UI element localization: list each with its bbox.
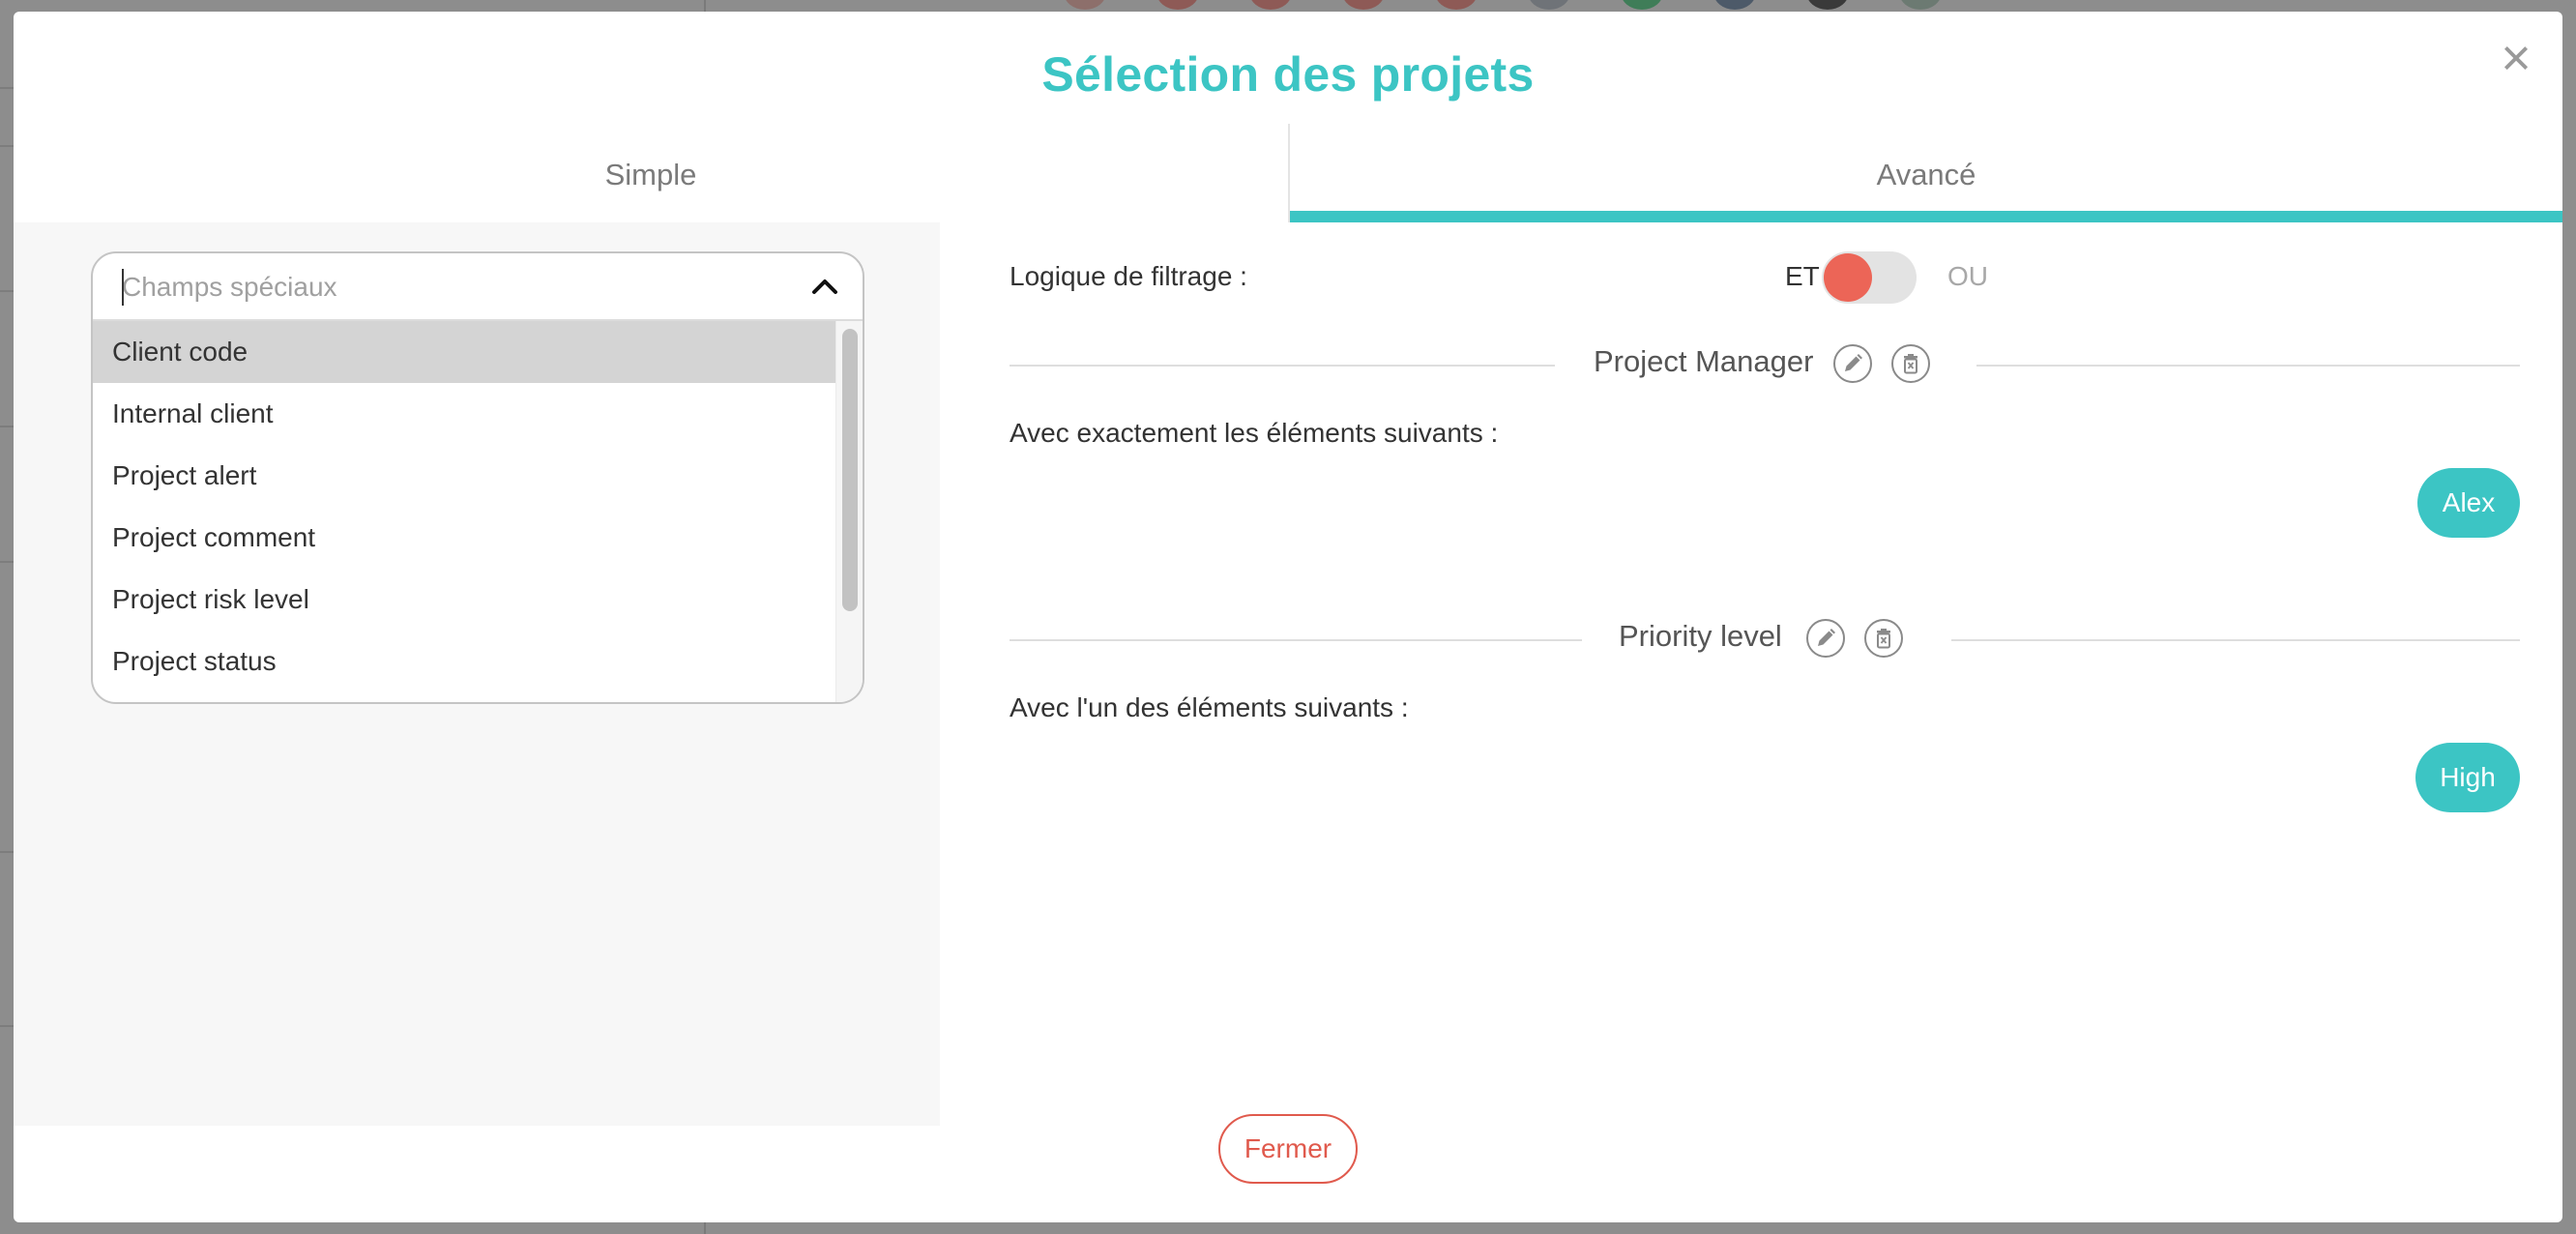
dropdown-option-project-alert[interactable]: Project alert xyxy=(93,445,837,507)
modal-title: Sélection des projets xyxy=(1041,47,1535,102)
pencil-icon[interactable] xyxy=(1833,344,1872,383)
background-dot xyxy=(1899,0,1942,10)
background-row-line xyxy=(0,561,14,563)
condition-text: Avec l'un des éléments suivants : xyxy=(1010,692,1409,722)
section-header-project-manager: Project Manager xyxy=(1010,340,2520,389)
close-button[interactable]: Fermer xyxy=(1218,1114,1358,1184)
dropdown-option-client-code[interactable]: Client code xyxy=(93,321,837,383)
background-dot xyxy=(1435,0,1478,10)
divider-line xyxy=(1976,365,2520,367)
condition-text: Avec exactement les éléments suivants : xyxy=(1010,418,1499,448)
dropdown-option-project-risk-level[interactable]: Project risk level xyxy=(93,569,837,631)
advanced-filter-panel: Logique de filtrage : ET OU Project Mana… xyxy=(940,222,2562,1126)
text-cursor xyxy=(122,269,124,306)
background-row-line xyxy=(0,290,14,292)
dropdown-scrollbar-thumb[interactable] xyxy=(842,329,858,611)
chevron-up-icon[interactable] xyxy=(808,271,841,304)
dropdown-option-internal-client[interactable]: Internal client xyxy=(93,383,837,445)
background-dot xyxy=(1713,0,1756,10)
background-dot xyxy=(1806,0,1849,10)
background-dot xyxy=(1621,0,1663,10)
dropdown-search-box[interactable] xyxy=(93,253,863,321)
background-dot xyxy=(1342,0,1385,10)
background-dot xyxy=(1528,0,1570,10)
chip-project-manager-value[interactable]: Alex xyxy=(2417,468,2520,538)
divider-line xyxy=(1951,639,2520,641)
trash-icon[interactable] xyxy=(1864,619,1903,658)
pencil-icon[interactable] xyxy=(1806,619,1845,658)
special-fields-dropdown[interactable]: Client code Internal client Project aler… xyxy=(91,251,864,704)
background-row-line xyxy=(0,87,14,89)
dropdown-scrollbar[interactable] xyxy=(835,321,863,702)
filter-logic-toggle[interactable] xyxy=(1822,251,1917,304)
special-fields-search-input[interactable] xyxy=(122,265,760,309)
tab-simple[interactable]: Simple xyxy=(14,124,1288,222)
chip-priority-level-value[interactable]: High xyxy=(2415,743,2520,812)
logic-and-label: ET xyxy=(1785,261,1820,291)
background-row-line xyxy=(0,851,14,853)
close-icon[interactable]: × xyxy=(2495,32,2537,84)
toggle-knob xyxy=(1824,253,1872,302)
dropdown-options-list: Client code Internal client Project aler… xyxy=(93,321,837,702)
field-selector-panel: Client code Internal client Project aler… xyxy=(14,222,940,1126)
dropdown-option-project-comment[interactable]: Project comment xyxy=(93,507,837,569)
trash-icon[interactable] xyxy=(1891,344,1930,383)
section-title: Priority level xyxy=(1619,619,1782,653)
background-row-line xyxy=(0,145,14,147)
tab-advanced-label: Avancé xyxy=(1876,158,1976,191)
section-header-priority-level: Priority level xyxy=(1010,615,2520,663)
filter-logic-label: Logique de filtrage : xyxy=(1010,261,1247,291)
logic-or-label: OU xyxy=(1947,261,1988,291)
divider-line xyxy=(1010,365,1555,367)
background-dot xyxy=(1249,0,1292,10)
background-row-line xyxy=(0,1025,14,1027)
section-title: Project Manager xyxy=(1594,344,1814,378)
background-row-line xyxy=(0,426,14,427)
tab-advanced[interactable]: Avancé xyxy=(1288,124,2562,222)
dropdown-option-project-status[interactable]: Project status xyxy=(93,631,837,692)
background-dot xyxy=(1156,0,1199,10)
divider-line xyxy=(1010,639,1582,641)
active-tab-indicator xyxy=(1290,211,2562,222)
background-status-dots xyxy=(1064,0,1942,10)
background-dot xyxy=(1064,0,1106,10)
project-selection-modal: Sélection des projets × Simple Avancé Cl… xyxy=(14,12,2562,1222)
